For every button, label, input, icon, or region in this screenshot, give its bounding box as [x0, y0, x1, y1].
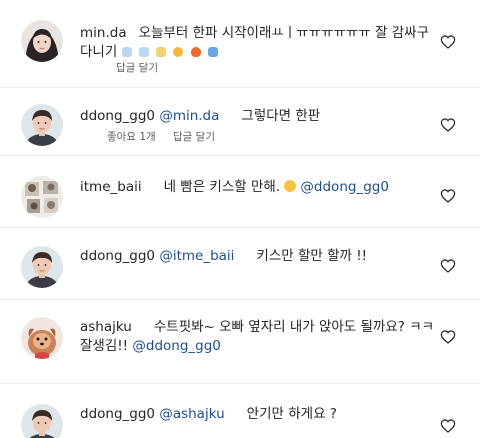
like-button[interactable] [440, 418, 456, 434]
like-button[interactable] [440, 188, 456, 204]
comment-mention[interactable]: @itme_baii [159, 248, 234, 264]
comment-body: ddong_gg0 @ashajku 안기만 하게요 ? [80, 405, 424, 424]
heart-outline-icon [440, 419, 456, 433]
like-button[interactable] [440, 329, 456, 345]
comment-mention[interactable]: @min.da [159, 108, 219, 124]
comment-body: ashajku 수트핏봐~ 오빠 옆자리 내가 앉아도 될까요? ㅋㅋ 잘생김!!… [80, 318, 434, 356]
avatar[interactable] [21, 246, 63, 288]
divider [0, 87, 480, 88]
comment-text: 그렇다면 한판 [241, 108, 321, 124]
comment-username[interactable]: itme_baii [80, 179, 142, 195]
heart-outline-icon [440, 330, 456, 344]
reply-button[interactable]: 답글 달기 [173, 131, 215, 143]
comment-text: 안기만 하게요 ? [246, 406, 337, 422]
kiss-face-emoji [284, 180, 297, 192]
comment-username[interactable]: ddong_gg0 [80, 406, 155, 422]
divider [0, 227, 480, 228]
comment-text-continued: 잘생김!! [80, 338, 129, 354]
comment-mention[interactable]: @ddong_gg0 [132, 338, 221, 354]
divider [0, 299, 480, 300]
comment-text-continued: 다니기 [80, 44, 118, 60]
likes-count[interactable]: 좋아요 1개 [107, 131, 156, 143]
emoji-row [121, 44, 221, 60]
comment-feed: min.da 오늘부터 한파 시작이래ㅛㅣㅠㅠㅠㅠㅠㅠ 잘 감싸구 다니기 답글 … [0, 0, 480, 438]
heart-outline-icon [440, 189, 456, 203]
comment-mention[interactable]: @ddong_gg0 [300, 179, 389, 195]
like-button[interactable] [440, 258, 456, 274]
fire-emoji [190, 47, 201, 57]
comment-text: 네 빰은 키스할 만해. [163, 179, 281, 195]
like-button[interactable] [440, 117, 456, 133]
avatar[interactable] [21, 20, 63, 62]
comment-text: 키스만 할만 할까 !! [256, 248, 368, 264]
comment-meta: 좋아요 1개 답글 달기 [107, 129, 229, 144]
heart-outline-icon [440, 35, 456, 49]
comment-body: itme_baii 네 빰은 키스할 만해. @ddong_gg0 [80, 178, 424, 197]
avatar[interactable] [21, 176, 63, 218]
heart-outline-icon [440, 259, 456, 273]
avatar[interactable] [21, 104, 63, 146]
snowflake-emoji [121, 47, 132, 57]
sun-emoji [173, 47, 184, 57]
heart-outline-icon [440, 118, 456, 132]
comment-username[interactable]: ashajku [80, 319, 132, 335]
box-emoji [208, 47, 219, 57]
avatar[interactable] [21, 404, 63, 438]
sparkle-emoji [156, 47, 167, 57]
comment-text: 오늘부터 한파 시작이래ㅛㅣㅠㅠㅠㅠㅠㅠ 잘 감싸구 [138, 25, 429, 41]
avatar[interactable] [21, 317, 63, 359]
reply-button[interactable]: 답글 달기 [116, 62, 158, 74]
divider [0, 383, 480, 384]
comment-body: ddong_gg0 @itme_baii 키스만 할만 할까 !! [80, 247, 424, 266]
comment-username[interactable]: ddong_gg0 [80, 248, 155, 264]
snowflake-emoji [138, 47, 149, 57]
comment-mention[interactable]: @ashajku [159, 406, 224, 422]
comment-username[interactable]: ddong_gg0 [80, 108, 155, 124]
like-button[interactable] [440, 34, 456, 50]
comment-body: ddong_gg0 @min.da 그렇다면 한판 [80, 107, 424, 126]
comment-body: min.da 오늘부터 한파 시작이래ㅛㅣㅠㅠㅠㅠㅠㅠ 잘 감싸구 다니기 [80, 24, 429, 62]
comment-text: 수트핏봐~ 오빠 옆자리 내가 앉아도 될까요? ㅋㅋ [153, 319, 435, 335]
comment-meta: 답글 달기 [116, 60, 172, 75]
divider [0, 155, 480, 156]
comment-username[interactable]: min.da [80, 25, 127, 41]
